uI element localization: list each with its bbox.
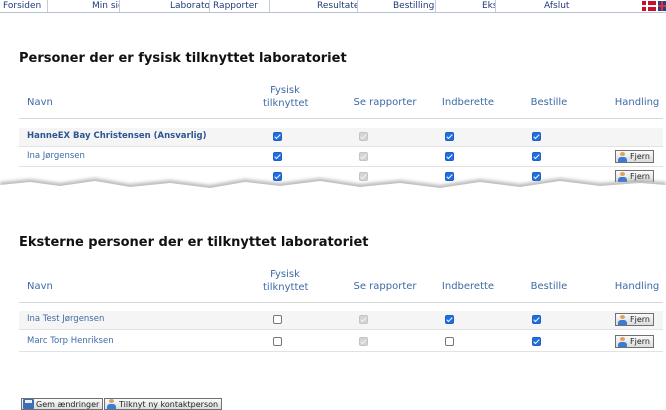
person-icon — [617, 151, 628, 162]
header-fysisk-tilknyttet: Fysisk tilknyttet — [263, 85, 309, 109]
torn-edge-divider — [0, 178, 666, 202]
bestille-checkbox[interactable] — [532, 315, 541, 324]
bestille-checkbox[interactable] — [532, 132, 541, 141]
header-fysisk-tilknyttet: Fysisk tilknyttet — [263, 269, 309, 293]
top-navigation: Forsiden Min side Laboratorie info Rappo… — [0, 0, 666, 13]
nav-bestilling[interactable]: Bestilling — [358, 0, 436, 12]
table-row: Marc Torp Henriksen Fjern — [19, 333, 663, 352]
section-title-physical: Personer der er fysisk tilknyttet labora… — [19, 51, 347, 66]
english-flag-icon[interactable] — [658, 1, 666, 11]
bestille-checkbox[interactable] — [532, 337, 541, 346]
nav-min-side[interactable]: Min side — [48, 0, 120, 12]
bestille-checkbox[interactable] — [532, 152, 541, 161]
nav-forsiden[interactable]: Forsiden — [0, 0, 48, 12]
indberette-checkbox[interactable] — [445, 132, 454, 141]
person-name: Ina Test Jørgensen — [27, 314, 105, 324]
header-se-rapporter: Se rapporter — [353, 281, 417, 292]
nav-rapporter[interactable]: Rapporter — [210, 0, 270, 12]
section-title-external: Eksterne personer der er tilknyttet labo… — [19, 235, 369, 250]
indberette-checkbox[interactable] — [445, 315, 454, 324]
header-bestille: Bestille — [530, 97, 568, 108]
header-divider — [19, 302, 663, 303]
table-row: Ina Test Jørgensen Fjern — [19, 311, 663, 330]
add-contact-button[interactable]: Tilknyt ny kontaktperson — [104, 398, 223, 410]
se-rapporter-checkbox — [359, 315, 368, 324]
table-row: HanneEX Bay Christensen (Ansvarlig) — [19, 128, 663, 147]
fysisk-checkbox[interactable] — [273, 315, 282, 324]
se-rapporter-checkbox — [359, 337, 368, 346]
header-se-rapporter: Se rapporter — [353, 97, 417, 108]
se-rapporter-checkbox — [359, 132, 368, 141]
header-indberette: Indberette — [441, 97, 495, 108]
person-name: Ina Jørgensen — [27, 151, 85, 161]
nav-laboratorie-info[interactable]: Laboratorie info — [120, 0, 210, 12]
header-handling: Handling — [614, 97, 660, 108]
table-row: Ina Jørgensen Fjern — [19, 148, 663, 167]
remove-button[interactable]: Fjern — [615, 335, 654, 348]
header-navn: Navn — [27, 281, 53, 292]
header-bestille: Bestille — [530, 281, 568, 292]
header-handling: Handling — [614, 281, 660, 292]
save-changes-button[interactable]: Gem ændringer — [21, 398, 104, 410]
language-flags — [642, 1, 666, 11]
person-name: Marc Torp Henriksen — [27, 336, 114, 346]
nav-resultater[interactable]: Resultater — [270, 0, 358, 12]
person-icon — [617, 336, 628, 347]
header-indberette: Indberette — [441, 281, 495, 292]
fysisk-checkbox[interactable] — [273, 337, 282, 346]
indberette-checkbox[interactable] — [445, 152, 454, 161]
fysisk-checkbox[interactable] — [273, 132, 282, 141]
header-navn: Navn — [27, 97, 53, 108]
person-icon — [617, 314, 628, 325]
nav-afslut[interactable]: Afslut — [496, 0, 596, 12]
nav-ekspert[interactable]: Ekspert — [436, 0, 496, 12]
remove-button[interactable]: Fjern — [615, 313, 654, 326]
fysisk-checkbox[interactable] — [273, 152, 282, 161]
indberette-checkbox[interactable] — [445, 337, 454, 346]
header-divider — [19, 118, 663, 119]
se-rapporter-checkbox — [359, 152, 368, 161]
danish-flag-icon[interactable] — [642, 1, 656, 11]
person-name: HanneEX Bay Christensen (Ansvarlig) — [27, 131, 207, 141]
remove-button[interactable]: Fjern — [615, 150, 654, 163]
